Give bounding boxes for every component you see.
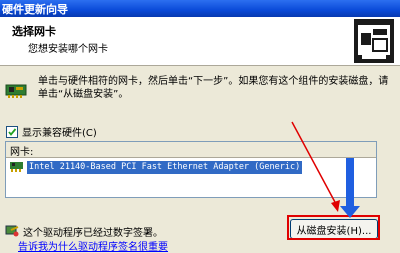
checkbox-label: 显示兼容硬件(C) [22, 128, 97, 139]
wizard-header: 选择网卡 您想安装哪个网卡 [0, 17, 400, 66]
window-title: 硬件更新向导 [2, 3, 68, 16]
signature-help-link[interactable]: 告诉我为什么驱动程序签名很重要 [18, 238, 168, 253]
hardware-icon [354, 19, 394, 63]
page-subtitle: 您想安装哪个网卡 [28, 44, 108, 55]
signed-driver-icon [5, 223, 19, 237]
instructions-text: 单击与硬件相符的网卡，然后单击“下一步”。如果您有这个组件的安装磁盘，请单击“从… [38, 76, 389, 100]
network-card-icon [5, 83, 27, 99]
compat-hardware-checkbox[interactable]: 显示兼容硬件(C) [6, 124, 97, 139]
signature-text: 这个驱动程序已经过数字签署。 [23, 228, 163, 239]
list-header: 网卡: [6, 142, 376, 158]
title-bar[interactable]: 硬件更新向导 [0, 0, 400, 17]
list-item[interactable]: Intel 21140-Based PCI Fast Ethernet Adap… [10, 160, 303, 174]
adapter-name: Intel 21140-Based PCI Fast Ethernet Adap… [27, 160, 303, 174]
network-adapter-icon [10, 162, 23, 172]
adapter-list[interactable]: 网卡: Intel 21140-Based PCI Fast Ethernet … [5, 141, 377, 198]
checkbox-box[interactable] [6, 125, 18, 138]
red-highlight-box [287, 215, 380, 240]
page-title: 选择网卡 [12, 25, 56, 38]
